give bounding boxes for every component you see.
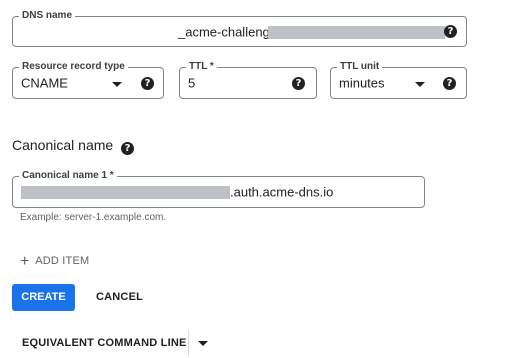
canonical-name-1-value: .auth.acme-dns.io xyxy=(230,184,334,200)
ttl-unit-value: minutes xyxy=(339,75,385,91)
redacted-canonical-prefix xyxy=(21,186,230,199)
chevron-down-icon xyxy=(112,82,122,87)
divider xyxy=(188,330,189,356)
help-icon[interactable]: ? xyxy=(141,77,154,90)
ttl-unit-select[interactable]: TTL unit minutes ? xyxy=(330,60,467,99)
chevron-down-icon xyxy=(415,82,425,87)
help-icon[interactable]: ? xyxy=(444,25,457,38)
ttl-unit-label: TTL unit xyxy=(337,60,383,74)
dns-name-field[interactable]: DNS name _acme-challenge. ? xyxy=(12,9,467,47)
plus-icon: + xyxy=(20,253,30,270)
canonical-name-title: Canonical name xyxy=(12,137,114,153)
ttl-label: TTL * xyxy=(186,60,217,74)
canonical-name-1-label: Canonical name 1 * xyxy=(19,169,117,183)
resource-record-type-value: CNAME xyxy=(21,75,68,91)
resource-record-type-label: Resource record type xyxy=(19,60,128,74)
cancel-button[interactable]: CANCEL xyxy=(96,291,143,303)
add-item-label: ADD ITEM xyxy=(35,255,90,267)
dns-name-value: _acme-challenge. xyxy=(178,24,281,39)
chevron-down-icon[interactable] xyxy=(198,341,208,346)
equivalent-command-line-button[interactable]: EQUIVALENT COMMAND LINE xyxy=(22,337,187,349)
help-icon[interactable]: ? xyxy=(292,77,305,90)
add-item-button[interactable]: + ADD ITEM xyxy=(20,251,90,270)
help-icon[interactable]: ? xyxy=(443,77,456,90)
canonical-name-hint: Example: server-1.example.com. xyxy=(20,212,167,223)
resource-record-type-select[interactable]: Resource record type CNAME ? xyxy=(12,60,164,99)
ttl-input[interactable]: TTL * 5 ? xyxy=(179,60,317,99)
ttl-value: 5 xyxy=(188,75,196,91)
dns-name-label: DNS name xyxy=(19,9,76,23)
help-icon[interactable]: ? xyxy=(121,142,135,155)
canonical-name-1-input[interactable]: Canonical name 1 * .auth.acme-dns.io xyxy=(12,169,425,208)
redacted-dns-suffix xyxy=(268,26,445,39)
create-button[interactable]: CREATE xyxy=(12,284,75,311)
canonical-name-heading: Canonical name ? xyxy=(12,137,135,155)
